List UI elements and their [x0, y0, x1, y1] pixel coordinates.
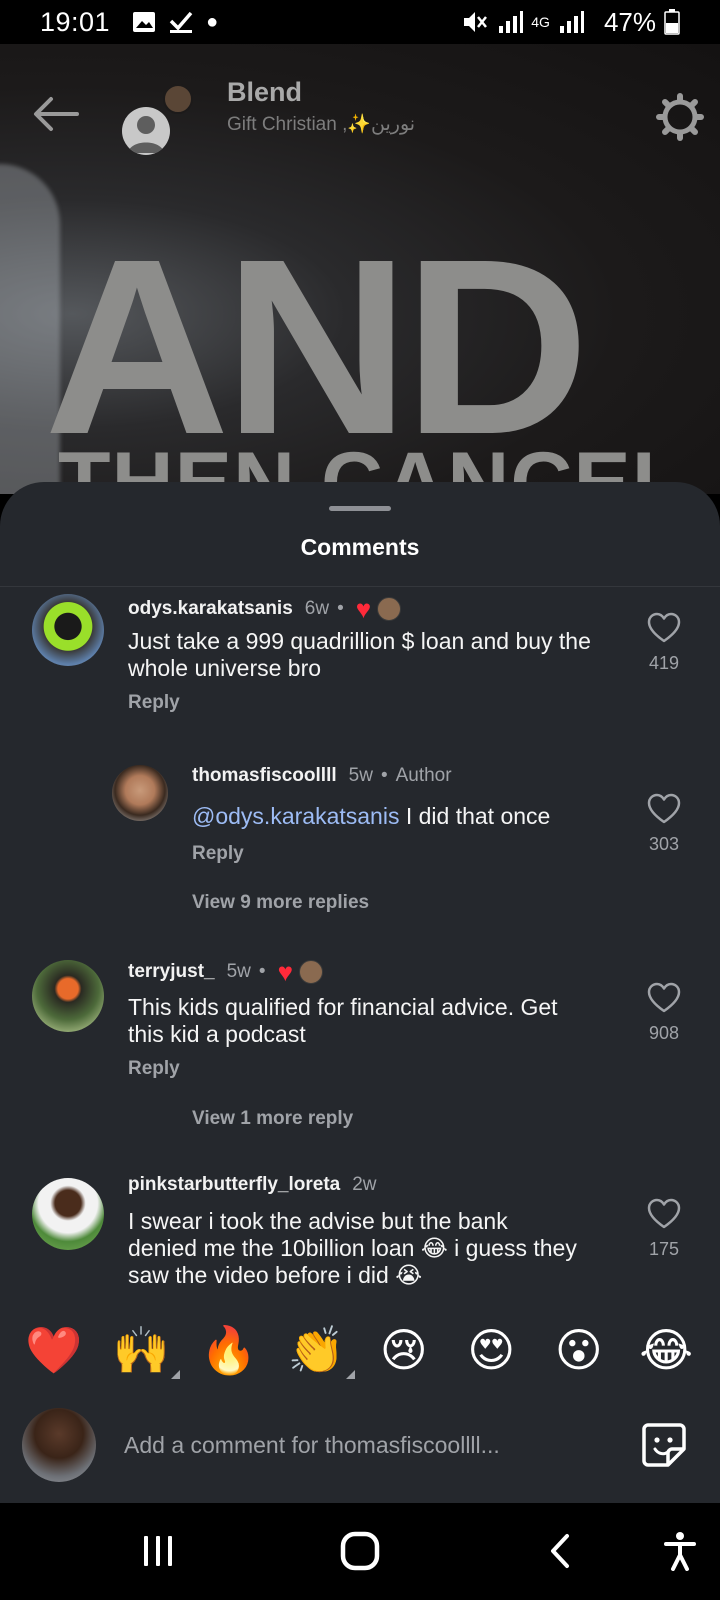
comment-text: Just take a 999 quadrillion $ loan and b…: [128, 628, 591, 681]
like-count: 908: [648, 1023, 680, 1043]
gallery-notification-icon: [133, 12, 156, 32]
comment-meta: thomasfiscoollll 5w • Author: [192, 765, 452, 787]
emoji-fire[interactable]: 🔥: [194, 1325, 264, 1375]
network-type: 4G: [531, 14, 550, 30]
like-count: 303: [648, 834, 680, 854]
like-control[interactable]: 908: [628, 982, 700, 1044]
skin-tone-indicator: [346, 1370, 356, 1379]
separator-dot: •: [258, 961, 266, 982]
comment-composer: [0, 1405, 720, 1485]
comment-meta: odys.karakatsanis 6w • ♥: [128, 594, 402, 624]
system-navigation-bar: [0, 1503, 720, 1600]
like-count: 419: [648, 653, 680, 673]
notification-dot-icon: ●: [206, 10, 219, 33]
home-icon: [340, 1531, 380, 1571]
commenter-avatar[interactable]: [32, 594, 104, 666]
sticker-icon: [642, 1423, 686, 1467]
gear-icon: [656, 93, 704, 141]
author-badge: Author: [395, 765, 452, 786]
divider: [0, 586, 720, 587]
creator-mini-avatar: [377, 597, 402, 621]
emoji-clap-glyph: 👏: [287, 1324, 345, 1376]
like-control[interactable]: 175: [628, 1198, 700, 1260]
sheet-title: Comments: [300, 534, 420, 560]
mute-icon: [464, 12, 488, 32]
accessibility-icon: [664, 1532, 696, 1571]
emoji-raised-hands-glyph: 🙌: [112, 1324, 170, 1376]
reply-button[interactable]: Reply: [128, 692, 180, 714]
like-count: 175: [648, 1239, 680, 1259]
emoji-raised-hands[interactable]: 🙌: [106, 1324, 181, 1379]
view-more-replies[interactable]: View 1 more reply: [192, 1108, 353, 1130]
settings-button[interactable]: [655, 92, 705, 142]
heart-outline-icon[interactable]: [647, 982, 681, 1014]
emoji-heart[interactable]: ❤️: [19, 1325, 89, 1375]
clock: 19:01: [40, 6, 111, 37]
view-more-replies[interactable]: View 9 more replies: [192, 892, 369, 914]
blend-header: Blend Gift Christian ,✨نورين: [0, 44, 720, 174]
comment-username[interactable]: terryjust_: [128, 961, 215, 983]
status-bar: 19:01 ● 4G 47%: [0, 0, 720, 44]
arrow-left-icon: [34, 97, 79, 131]
commenter-avatar[interactable]: [32, 960, 104, 1032]
heart-outline-icon[interactable]: [647, 793, 681, 825]
signal-icon: [499, 11, 524, 33]
comment-meta: terryjust_ 5w • ♥: [128, 957, 323, 987]
creator-liked-heart-icon: ♥: [355, 594, 372, 624]
checkbox-notification-icon: [169, 11, 193, 33]
comment-username[interactable]: odys.karakatsanis: [128, 598, 293, 620]
blend-title: Blend: [227, 77, 303, 107]
my-avatar: [22, 1408, 96, 1482]
separator-dot: •: [337, 598, 344, 619]
back-nav-button[interactable]: [530, 1529, 590, 1573]
accessibility-button[interactable]: [650, 1529, 710, 1573]
sticker-button[interactable]: [640, 1421, 688, 1469]
comment-time: 5w: [226, 961, 251, 982]
comment-text: This kids qualified for financial advice…: [128, 994, 558, 1047]
recents-button[interactable]: [128, 1529, 188, 1573]
comment-text: @odys.karakatsanis I did that once: [192, 803, 612, 830]
commenter-avatar[interactable]: [112, 765, 168, 821]
comment-username[interactable]: thomasfiscoollll: [192, 765, 337, 787]
like-control[interactable]: 303: [628, 793, 700, 855]
commenter-avatar[interactable]: [32, 1178, 104, 1250]
emoji-reaction-bar: ❤️ 🙌 🔥 👏 😢 😍 😮 😂: [0, 1310, 720, 1390]
comment-username[interactable]: pinkstarbutterfly_loreta: [128, 1174, 340, 1196]
emoji-clap[interactable]: 👏: [281, 1324, 356, 1379]
comment-time: 2w: [352, 1174, 377, 1195]
reply-button[interactable]: Reply: [128, 1058, 180, 1080]
emoji-laughing[interactable]: 😂: [631, 1325, 701, 1375]
heart-outline-icon[interactable]: [647, 1198, 681, 1230]
skin-tone-indicator: [171, 1370, 181, 1379]
mention-link[interactable]: @odys.karakatsanis: [192, 803, 399, 829]
comment-input[interactable]: [124, 1425, 604, 1465]
creator-mini-avatar: [299, 960, 323, 984]
back-button[interactable]: [30, 92, 80, 136]
creator-liked-heart-icon: ♥: [277, 957, 293, 987]
separator-dot: •: [380, 765, 388, 786]
heart-outline-icon[interactable]: [647, 612, 681, 644]
blend-avatar[interactable]: [122, 107, 170, 155]
battery-icon: [664, 9, 680, 35]
sheet-drag-handle[interactable]: [329, 506, 391, 511]
emoji-heart-eyes[interactable]: 😍: [456, 1325, 526, 1375]
battery-percentage: 47%: [603, 6, 656, 37]
reply-button[interactable]: Reply: [192, 843, 244, 865]
member-avatar: [163, 84, 193, 114]
recents-icon: [144, 1536, 172, 1566]
comment-time: 5w: [348, 765, 373, 786]
comment-text: I swear i took the advise but the bank d…: [128, 1208, 577, 1288]
home-button[interactable]: [330, 1529, 390, 1573]
comment-meta: pinkstarbutterfly_loreta 2w: [128, 1174, 377, 1196]
person-icon: [128, 116, 164, 153]
emoji-surprised[interactable]: 😮: [544, 1325, 614, 1375]
emoji-crying[interactable]: 😢: [369, 1325, 439, 1375]
comment-time: 6w: [304, 598, 330, 619]
blend-members: Gift Christian ,✨نورين: [227, 114, 416, 135]
like-control[interactable]: 419: [628, 612, 700, 674]
chevron-left-icon: [551, 1534, 569, 1568]
signal-icon-2: [559, 11, 584, 33]
comment-body: I did that once: [399, 803, 551, 829]
